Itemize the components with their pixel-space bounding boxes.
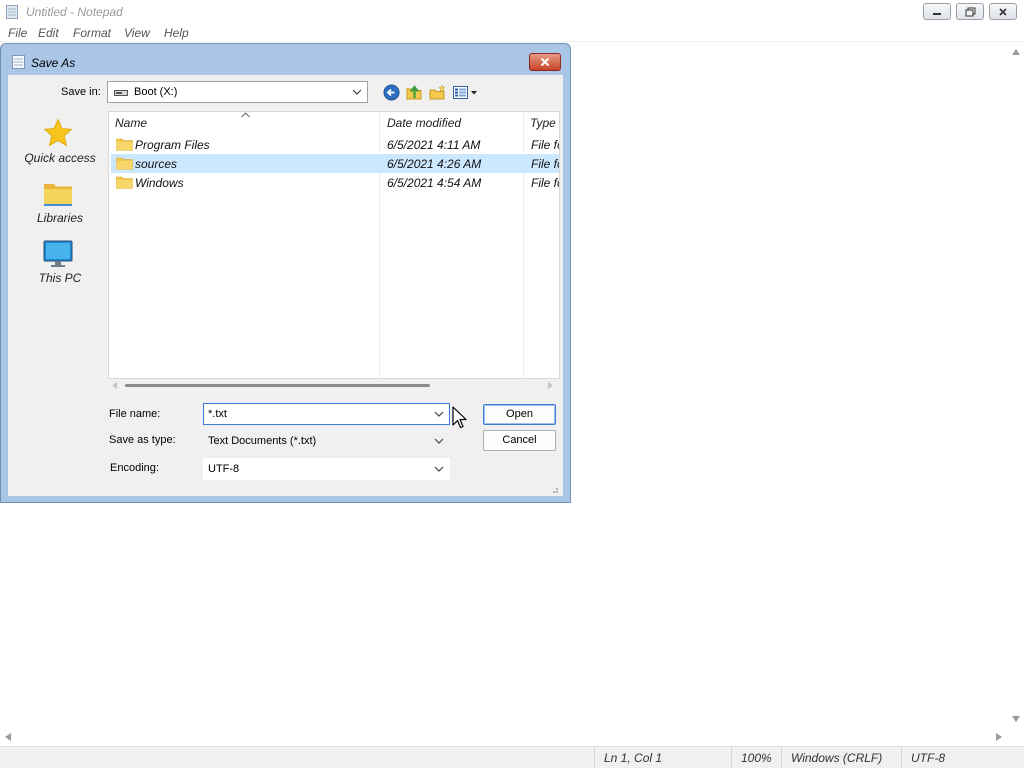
drive-icon (114, 90, 128, 96)
status-cursor-position: Ln 1, Col 1 (594, 747, 730, 768)
file-row-sources[interactable]: sources 6/5/2021 4:26 AM File fo (111, 154, 559, 173)
file-name-input[interactable]: *.txt (203, 403, 450, 425)
horizontal-scrollbar[interactable] (0, 729, 1008, 745)
cancel-button[interactable]: Cancel (483, 430, 556, 451)
scrollbar-thumb[interactable] (125, 384, 430, 387)
column-header-date[interactable]: Date modified (387, 116, 461, 130)
file-name: Program Files (135, 138, 210, 152)
libraries-folder-icon (44, 184, 72, 206)
encoding-dropdown[interactable]: UTF-8 (203, 458, 450, 480)
new-folder-icon[interactable] (429, 84, 446, 101)
restore-icon (965, 7, 975, 16)
file-type: File fo (531, 176, 559, 190)
notepad-icon (6, 5, 18, 19)
chevron-down-icon (434, 466, 444, 472)
place-this-pc[interactable]: This PC (15, 238, 105, 290)
save-as-dialog: Save As Save in: Boot (X:) Quick access (0, 43, 571, 503)
window-title: Untitled - Notepad (26, 5, 123, 19)
save-in-label: Save in: (61, 86, 101, 98)
scroll-up-icon[interactable] (1012, 49, 1020, 55)
column-header-name[interactable]: Name (115, 116, 147, 130)
file-date: 6/5/2021 4:26 AM (387, 157, 482, 171)
file-row-program-files[interactable]: Program Files 6/5/2021 4:11 AM File fo (111, 135, 559, 154)
scroll-right-icon[interactable] (548, 382, 553, 389)
status-line-endings: Windows (CRLF) (781, 747, 901, 768)
place-quick-access[interactable]: Quick access (15, 116, 105, 168)
save-type-value: Text Documents (*.txt) (208, 435, 317, 447)
notepad-icon (12, 55, 25, 69)
scroll-left-icon[interactable] (112, 382, 117, 389)
close-window-button[interactable] (989, 3, 1017, 20)
sort-ascending-icon (241, 112, 250, 118)
save-type-dropdown[interactable]: Text Documents (*.txt) (203, 430, 450, 452)
place-label-quick-access: Quick access (24, 151, 96, 165)
file-date: 6/5/2021 4:11 AM (387, 138, 481, 152)
resize-grip-icon[interactable] (549, 484, 559, 494)
encoding-label: Encoding: (110, 462, 159, 474)
scroll-right-icon[interactable] (996, 733, 1002, 741)
scroll-left-icon[interactable] (5, 733, 11, 741)
file-date: 6/5/2021 4:54 AM (387, 176, 482, 190)
file-list-horizontal-scrollbar[interactable] (108, 379, 560, 393)
save-in-dropdown[interactable]: Boot (X:) (107, 81, 368, 103)
close-icon (540, 57, 550, 67)
mouse-pointer-icon (452, 406, 467, 429)
view-menu-icon[interactable] (453, 85, 479, 100)
vertical-scrollbar[interactable] (1008, 43, 1024, 729)
file-name-value: *.txt (208, 408, 227, 420)
save-type-label: Save as type: (109, 434, 176, 446)
file-name-label: File name: (109, 408, 161, 420)
chevron-down-icon[interactable] (434, 409, 444, 419)
status-zoom: 100% (731, 747, 781, 768)
monitor-icon (43, 240, 73, 267)
menu-view[interactable]: View (124, 26, 150, 40)
folder-icon (116, 176, 133, 189)
file-row-windows[interactable]: Windows 6/5/2021 4:54 AM File fo (111, 173, 559, 192)
close-icon (999, 7, 1007, 16)
star-icon (43, 118, 73, 147)
file-list[interactable]: Name Date modified Type Program Files 6/… (108, 111, 560, 379)
notepad-titlebar: Untitled - Notepad (0, 0, 1024, 24)
back-icon[interactable] (383, 84, 400, 101)
column-header-type[interactable]: Type (530, 116, 556, 130)
dialog-title: Save As (31, 56, 76, 70)
status-encoding: UTF-8 (901, 747, 1024, 768)
chevron-down-icon (352, 89, 362, 95)
dialog-titlebar[interactable]: Save As (1, 44, 570, 74)
restore-button[interactable] (956, 3, 984, 20)
open-button[interactable]: Open (483, 404, 556, 425)
menu-bar: File Edit Format View Help (0, 24, 1024, 42)
file-type: File fo (531, 157, 559, 171)
encoding-value: UTF-8 (208, 463, 240, 475)
minimize-button[interactable] (923, 3, 951, 20)
chevron-down-icon (434, 438, 444, 444)
save-in-value: Boot (X:) (134, 86, 178, 98)
menu-format[interactable]: Format (73, 26, 111, 40)
file-type: File fo (531, 138, 559, 152)
place-label-this-pc: This PC (38, 271, 82, 285)
scroll-down-icon[interactable] (1012, 716, 1020, 722)
status-bar: Ln 1, Col 1 100% Windows (CRLF) UTF-8 (0, 746, 1024, 768)
file-name: sources (135, 157, 178, 171)
place-label-libraries: Libraries (36, 211, 84, 225)
folder-icon (116, 138, 133, 151)
menu-file[interactable]: File (8, 26, 27, 40)
up-folder-icon[interactable] (406, 84, 423, 101)
file-name: Windows (135, 176, 184, 190)
minimize-icon (933, 12, 941, 15)
menu-help[interactable]: Help (164, 26, 189, 40)
dialog-close-button[interactable] (529, 53, 561, 71)
menu-edit[interactable]: Edit (38, 26, 59, 40)
folder-icon (116, 157, 133, 170)
place-libraries[interactable]: Libraries (15, 178, 105, 230)
